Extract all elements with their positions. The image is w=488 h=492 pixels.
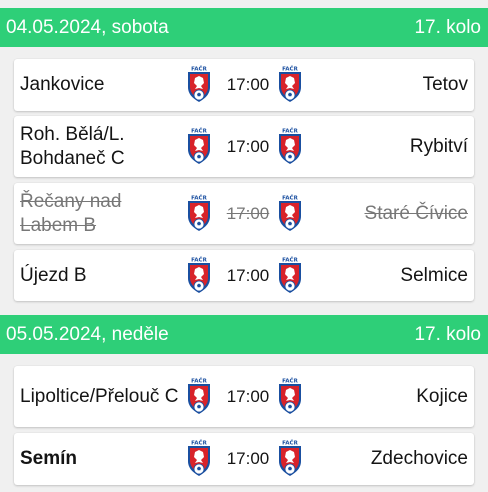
svg-text:FAČR: FAČR	[191, 127, 207, 134]
svg-text:FAČR: FAČR	[282, 440, 298, 447]
match-row[interactable]: Jankovice FAČR 17:00 FAČR Tetov	[14, 59, 474, 111]
home-team: Jankovice	[20, 74, 105, 95]
day-header: 05.05.2024, neděle 17. kolo	[0, 315, 488, 354]
facr-crest-icon: FAČR	[277, 439, 303, 479]
svg-text:FAČR: FAČR	[282, 127, 298, 134]
facr-crest-icon: FAČR	[186, 377, 212, 417]
match-row[interactable]: Semín FAČR 17:00 FAČR Zdechovice	[14, 433, 474, 485]
match-row-cancelled[interactable]: Řečany nad Labem B FAČR 17:00 FAČR Staré…	[14, 183, 474, 244]
match-time: 17:00	[226, 203, 270, 223]
match-time: 17:00	[226, 75, 270, 94]
facr-crest-icon: FAČR	[277, 194, 303, 234]
svg-text:FAČR: FAČR	[191, 256, 207, 263]
svg-text:FAČR: FAČR	[282, 256, 298, 263]
facr-crest-icon: FAČR	[277, 377, 303, 417]
round-label: 17. kolo	[414, 323, 481, 345]
facr-crest-icon: FAČR	[186, 127, 212, 167]
round-label: 17. kolo	[414, 16, 481, 38]
svg-text:FAČR: FAČR	[191, 440, 207, 447]
svg-text:FAČR: FAČR	[191, 66, 207, 73]
svg-text:FAČR: FAČR	[282, 377, 298, 384]
match-time: 17:00	[226, 449, 270, 468]
match-date: 05.05.2024, neděle	[6, 323, 169, 345]
match-time: 17:00	[226, 136, 270, 156]
match-time: 17:00	[226, 386, 270, 406]
home-team: Lipoltice/Přelouč C	[20, 385, 179, 407]
away-team: Selmice	[400, 264, 468, 286]
facr-crest-icon: FAČR	[186, 65, 212, 105]
svg-text:FAČR: FAČR	[282, 194, 298, 201]
facr-crest-icon: FAČR	[186, 256, 212, 296]
away-team: Rybitví	[409, 135, 468, 157]
svg-text:FAČR: FAČR	[191, 194, 207, 201]
away-team: Kojice	[416, 385, 468, 407]
home-team: Újezd B	[20, 264, 87, 286]
away-team: Staré Čívice	[364, 202, 468, 224]
facr-crest-icon: FAČR	[277, 65, 303, 105]
match-row[interactable]: Roh. Bělá/L. Bohdaneč C FAČR 17:00 FAČR …	[14, 116, 474, 177]
away-team: Zdechovice	[370, 448, 468, 469]
home-team: Roh. Bělá/L. Bohdaneč C	[20, 123, 125, 169]
facr-crest-icon: FAČR	[186, 194, 212, 234]
facr-crest-icon: FAČR	[277, 256, 303, 296]
match-date: 04.05.2024, sobota	[6, 16, 169, 38]
away-team: Tetov	[422, 74, 468, 95]
day-header: 04.05.2024, sobota 17. kolo	[0, 8, 488, 47]
facr-crest-icon: FAČR	[186, 439, 212, 479]
match-row[interactable]: Újezd B FAČR 17:00 FAČR Selmice	[14, 250, 474, 301]
match-time: 17:00	[226, 265, 270, 285]
svg-text:FAČR: FAČR	[282, 66, 298, 73]
home-team: Semín	[20, 448, 78, 469]
svg-text:FAČR: FAČR	[191, 377, 207, 384]
match-row[interactable]: Lipoltice/Přelouč C FAČR 17:00 FAČR Koji…	[14, 366, 474, 427]
facr-crest-icon: FAČR	[277, 127, 303, 167]
home-team: Řečany nad Labem B	[20, 190, 122, 236]
